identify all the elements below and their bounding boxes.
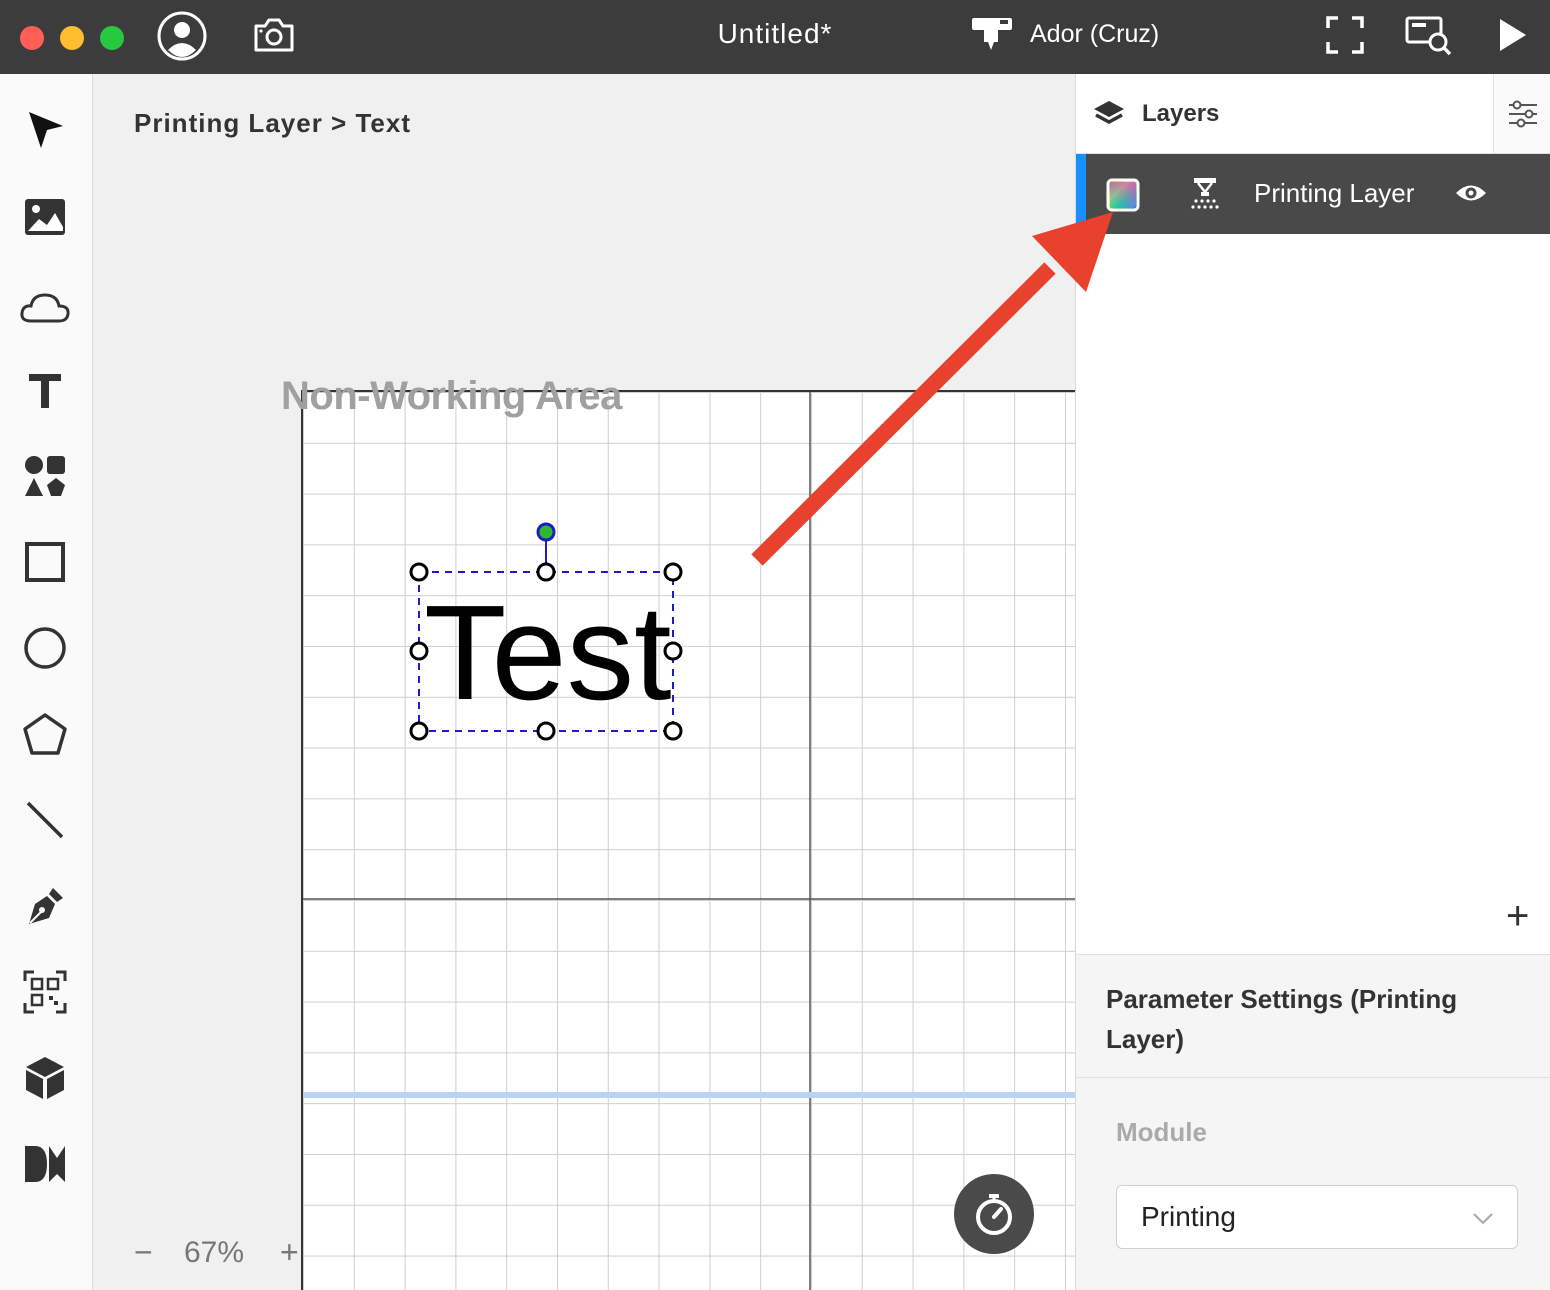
image-tool[interactable] <box>19 191 71 243</box>
line-tool[interactable] <box>19 794 71 846</box>
text-tool[interactable] <box>19 364 71 416</box>
module-select[interactable]: Printing <box>1116 1185 1518 1249</box>
select-tool[interactable] <box>19 104 71 156</box>
circle-icon <box>24 627 66 669</box>
preview-search-icon[interactable] <box>1404 14 1454 56</box>
cloud-tool[interactable] <box>19 282 71 334</box>
layer-item-printing[interactable]: Printing Layer <box>1076 154 1550 234</box>
module-label: Module <box>1116 1117 1207 1147</box>
zoom-level: 67% <box>184 1236 245 1269</box>
selected-text-object[interactable]: Test <box>404 514 704 754</box>
maximize-window-button[interactable] <box>100 26 124 50</box>
play-icon[interactable] <box>1496 16 1530 54</box>
parameter-settings-panel: Parameter Settings (Printing Layer) Modu… <box>1076 954 1550 1290</box>
image-icon <box>25 199 65 235</box>
eye-visibility-icon[interactable] <box>1454 180 1488 206</box>
cube-icon <box>26 1057 64 1099</box>
layers-icon <box>1094 100 1124 124</box>
pen-tool[interactable] <box>19 880 71 932</box>
tool-palette <box>0 74 93 1290</box>
stopwatch-icon <box>976 1194 1012 1235</box>
print-module-icon <box>1191 178 1219 209</box>
polygon-tool[interactable] <box>19 708 71 760</box>
frame-icon[interactable] <box>1324 14 1366 56</box>
layer-name[interactable]: Printing Layer <box>1254 178 1414 209</box>
title-bar: Untitled* Ador (Cruz) <box>0 0 1550 74</box>
section-divider <box>1076 1077 1550 1078</box>
pen-nib-icon <box>29 888 63 924</box>
app-window: Untitled* Ador (Cruz) Printing Layer > T… <box>0 0 1550 1290</box>
cursor-arrow-icon <box>29 112 63 148</box>
qr-code-tool[interactable] <box>19 966 71 1018</box>
rectangle-tool[interactable] <box>19 536 71 588</box>
parameter-settings-title: Parameter Settings (Printing Layer) <box>1106 984 1458 1054</box>
3d-box-tool[interactable] <box>19 1052 71 1104</box>
layer-settings-button[interactable] <box>1493 74 1550 154</box>
device-name[interactable]: Ador (Cruz) <box>1030 20 1159 49</box>
ellipse-tool[interactable] <box>19 622 71 674</box>
line-icon <box>26 801 64 839</box>
rectangle-icon <box>25 542 65 582</box>
pentagon-icon <box>23 713 67 755</box>
document-title: Untitled* <box>717 18 833 49</box>
zoom-out-button[interactable]: − <box>134 1234 153 1271</box>
layers-header: Layers <box>1076 74 1493 154</box>
add-layer-button[interactable]: + <box>1506 894 1529 939</box>
close-window-button[interactable] <box>20 26 44 50</box>
layers-title: Layers <box>1142 99 1220 127</box>
camera-icon[interactable] <box>252 16 296 54</box>
rotate-handle[interactable] <box>536 522 556 542</box>
minimize-window-button[interactable] <box>60 26 84 50</box>
non-working-area-label: Non-Working Area <box>281 374 622 418</box>
dm-logo-icon <box>25 1146 65 1182</box>
zoom-in-button[interactable]: + <box>280 1234 299 1271</box>
text-object-content: Test <box>424 577 672 728</box>
shapes-icon <box>25 456 65 496</box>
sliders-icon <box>1508 100 1537 127</box>
machine-icon[interactable] <box>970 14 1014 54</box>
cloud-icon <box>20 293 70 323</box>
text-t-icon <box>29 374 61 408</box>
chevron-down-icon <box>1473 1213 1493 1225</box>
elements-tool[interactable] <box>19 450 71 502</box>
canvas-area[interactable]: Printing Layer > Text Non-Working Area T… <box>94 74 1075 1290</box>
right-panel: Layers Printing Layer + Parameter Settin… <box>1075 74 1550 1290</box>
module-selected-value: Printing <box>1141 1201 1236 1232</box>
breadcrumb: Printing Layer > Text <box>134 108 411 138</box>
design-market-tool[interactable] <box>19 1138 71 1190</box>
time-estimate-button[interactable] <box>954 1174 1034 1254</box>
user-account-icon[interactable] <box>156 10 208 62</box>
qr-code-icon <box>23 970 67 1014</box>
layer-color-swatch-icon[interactable] <box>1106 178 1140 212</box>
